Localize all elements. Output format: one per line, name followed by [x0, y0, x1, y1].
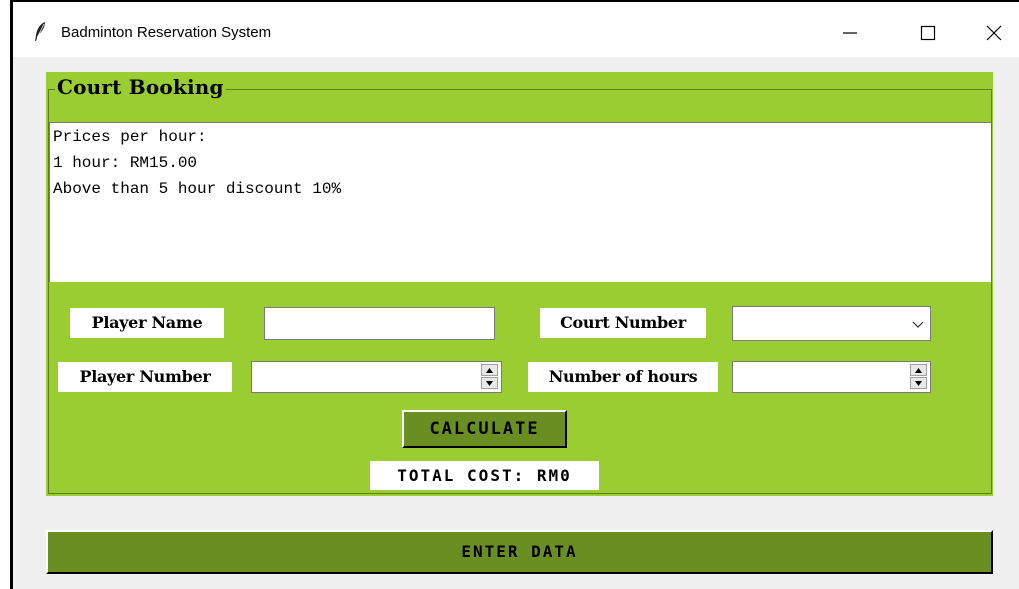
spin-up-button[interactable]: [910, 364, 927, 376]
maximize-button[interactable]: [905, 12, 951, 54]
total-cost-label: TOTAL COST: RM0: [370, 461, 599, 490]
arrow-up-icon: [915, 367, 922, 373]
close-button[interactable]: [971, 12, 1017, 54]
arrow-down-icon: [915, 380, 922, 386]
minimize-button[interactable]: [827, 12, 873, 54]
chevron-down-icon[interactable]: [912, 319, 924, 329]
spin-buttons: [910, 364, 927, 390]
enter-data-button[interactable]: ENTER DATA: [46, 530, 993, 574]
spin-down-button[interactable]: [481, 377, 498, 389]
calculate-button[interactable]: CALCULATE: [402, 410, 567, 448]
info-line: Prices per hour:: [53, 128, 207, 146]
minimize-icon: [843, 32, 857, 34]
player-number-spinbox[interactable]: [251, 361, 502, 393]
info-line: 1 hour: RM15.00: [53, 154, 198, 172]
player-name-input[interactable]: [264, 307, 495, 340]
spin-buttons: [481, 364, 498, 390]
close-icon: [986, 25, 1002, 41]
court-number-combobox[interactable]: [732, 306, 931, 341]
feather-icon: [35, 22, 45, 41]
frame-title: Court Booking: [55, 75, 226, 99]
number-of-hours-spinbox[interactable]: [732, 361, 931, 393]
number-of-hours-label: Number of hours: [528, 362, 718, 392]
price-info-textbox[interactable]: Prices per hour: 1 hour: RM15.00 Above t…: [49, 122, 991, 282]
spin-down-button[interactable]: [910, 377, 927, 389]
spin-up-button[interactable]: [481, 364, 498, 376]
player-number-label: Player Number: [58, 362, 232, 392]
player-name-label: Player Name: [70, 308, 224, 338]
arrow-up-icon: [486, 367, 493, 373]
window-title: Badminton Reservation System: [61, 24, 272, 41]
maximize-icon: [920, 25, 936, 41]
court-number-label: Court Number: [540, 308, 706, 338]
arrow-down-icon: [486, 380, 493, 386]
info-line: Above than 5 hour discount 10%: [53, 180, 342, 198]
title-bar: Badminton Reservation System: [13, 2, 1019, 57]
